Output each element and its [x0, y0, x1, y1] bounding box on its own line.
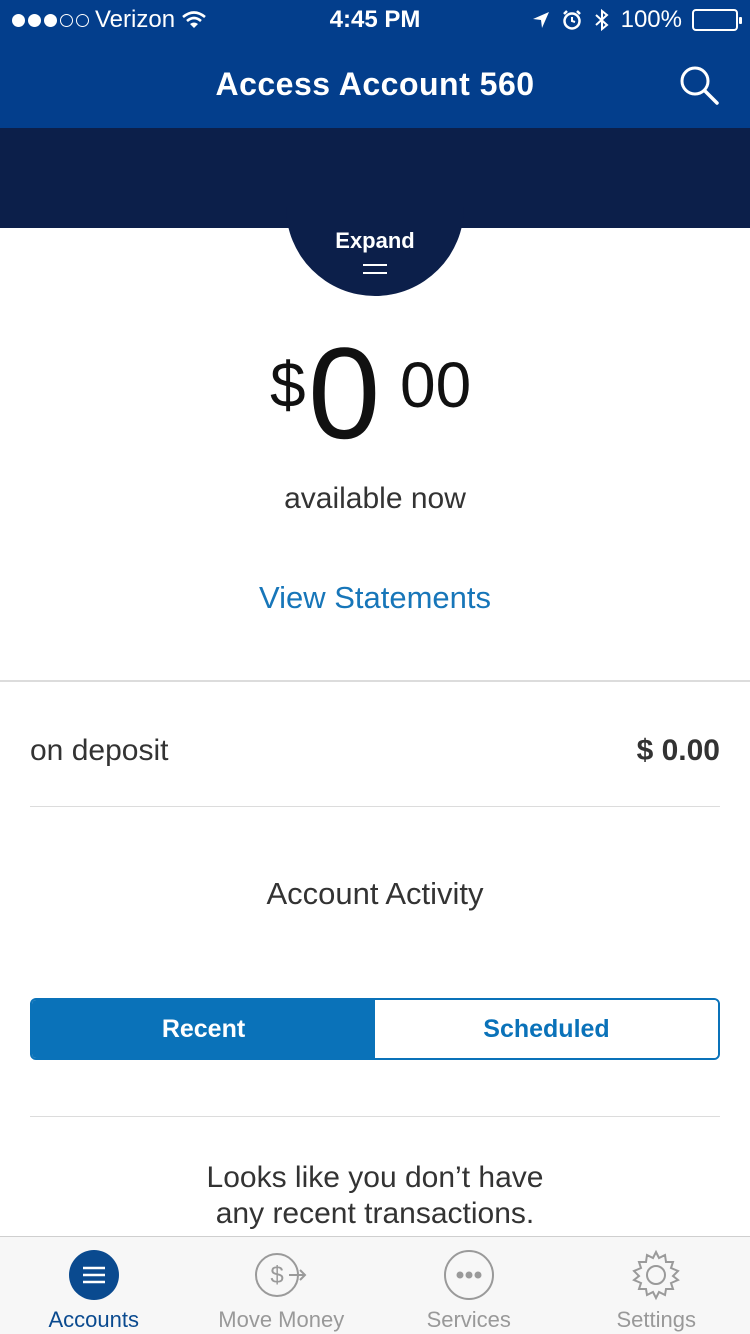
available-balance: $ 0 00: [0, 328, 750, 480]
nav-bar: Access Account 560: [0, 40, 750, 128]
battery-percent: 100%: [620, 6, 682, 33]
more-icon: [443, 1250, 494, 1300]
empty-state-line-2: any recent transactions.: [215, 1197, 535, 1230]
tab-recent[interactable]: Recent: [32, 1000, 375, 1058]
expand-lines-icon: [363, 264, 387, 274]
expand-label: Expand: [335, 228, 415, 253]
on-deposit-label: on deposit: [30, 734, 169, 767]
tab-services[interactable]: Services: [375, 1237, 563, 1334]
status-right-group: 100%: [531, 6, 742, 34]
page-title: Access Account 560: [215, 66, 535, 102]
status-bar: Verizon 4:45 PM 100%: [0, 0, 750, 40]
tab-move-money-label: Move Money: [218, 1307, 345, 1332]
svg-text:$: $: [271, 1262, 284, 1289]
balance-cents: 00: [400, 349, 472, 421]
menu-icon: [68, 1250, 119, 1300]
tab-settings-label: Settings: [616, 1307, 697, 1332]
view-statements-link[interactable]: View Statements: [0, 580, 750, 616]
activity-divider: [30, 1116, 720, 1117]
gear-icon: [632, 1249, 681, 1301]
bluetooth-icon: [594, 8, 609, 32]
bottom-tab-bar: Accounts $ Move Money Services Settings: [0, 1236, 750, 1334]
tab-move-money[interactable]: $ Move Money: [188, 1237, 376, 1334]
tab-accounts-label: Accounts: [48, 1307, 140, 1332]
on-deposit-value: $ 0.00: [636, 734, 720, 767]
activity-segmented-control: Recent Scheduled: [30, 998, 720, 1060]
tab-services-label: Services: [426, 1307, 511, 1332]
row-divider: [30, 806, 720, 807]
balance-currency: $: [270, 349, 306, 421]
account-activity-title: Account Activity: [266, 876, 484, 911]
tab-accounts[interactable]: Accounts: [0, 1237, 188, 1334]
dollar-arrow-icon: $: [255, 1253, 307, 1297]
search-icon[interactable]: [678, 64, 720, 106]
tab-scheduled[interactable]: Scheduled: [375, 1000, 718, 1058]
empty-state-message: Looks like you don’t have any recent tra…: [0, 1160, 750, 1232]
battery-icon: [692, 9, 742, 31]
expand-button[interactable]: Expand: [286, 128, 464, 296]
empty-state-line-1: Looks like you don’t have: [206, 1161, 544, 1194]
location-arrow-icon: [532, 12, 549, 28]
section-divider: [0, 680, 750, 682]
tab-settings[interactable]: Settings: [563, 1237, 750, 1334]
alarm-icon: [562, 10, 581, 30]
on-deposit-row: on deposit $ 0.00: [30, 734, 720, 774]
balance-whole: 0: [308, 320, 381, 466]
balance-caption: available now: [284, 482, 466, 515]
